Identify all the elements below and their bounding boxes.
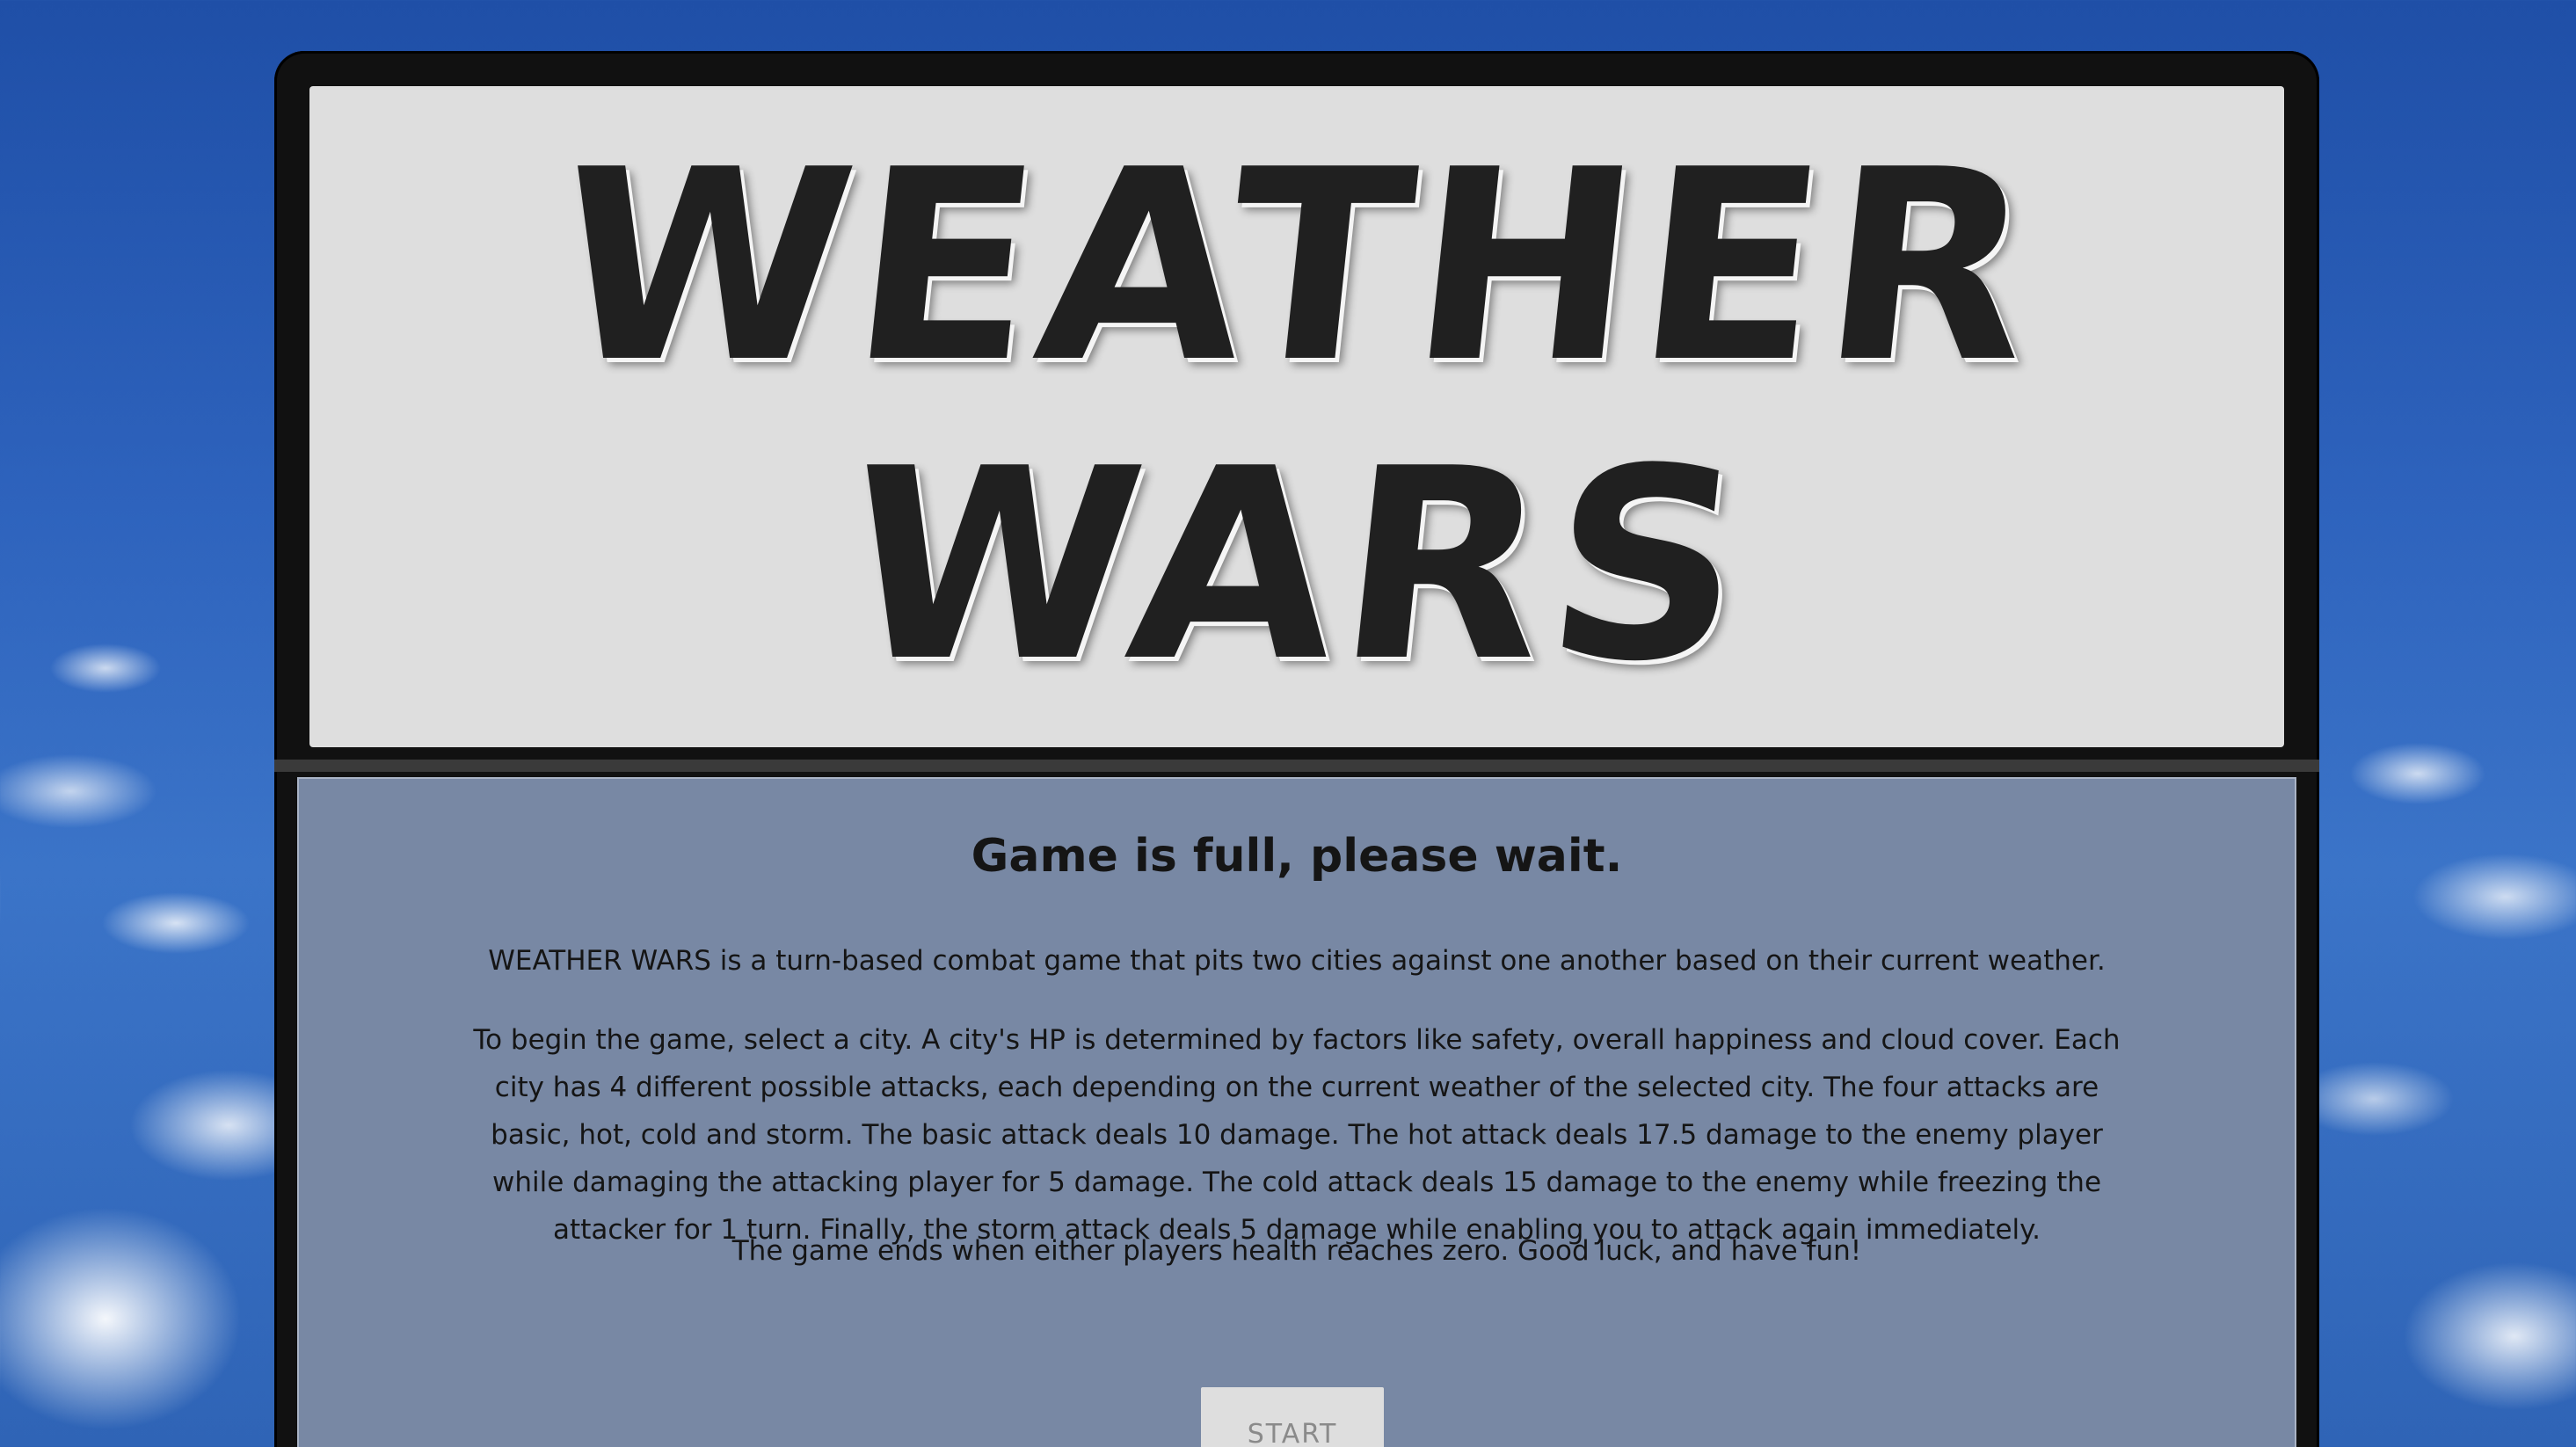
title-line-weather: WEATHER <box>542 113 2051 420</box>
game-panel: WEATHER WARS Game is full, please wait. … <box>274 51 2319 1447</box>
status-message: Game is full, please wait. <box>971 830 1623 883</box>
intro-paragraph-2: To begin the game, select a city. A city… <box>473 1024 2121 1246</box>
intro-section: Game is full, please wait. WEATHER WARS … <box>297 777 2296 1447</box>
title-line-wars: WARS <box>832 412 1762 719</box>
title-banner: WEATHER WARS <box>309 86 2284 747</box>
intro-paragraph-1: WEATHER WARS is a turn-based combat game… <box>488 945 2106 977</box>
divider <box>274 760 2319 772</box>
intro-paragraph-3: The game ends when either players health… <box>731 1235 1862 1267</box>
start-button[interactable]: START <box>1201 1387 1384 1447</box>
